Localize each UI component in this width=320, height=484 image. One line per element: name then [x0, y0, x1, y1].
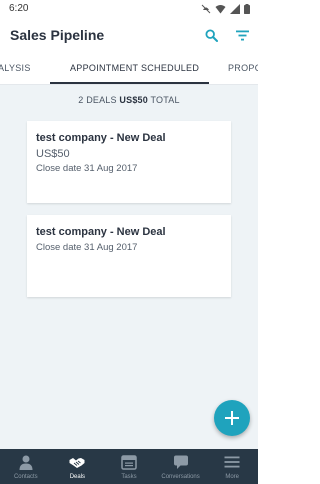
deals-list: 2 DEALS US$50 TOTAL test company - New D… [0, 85, 258, 449]
tab-appointment-scheduled[interactable]: APPOINTMENT SCHEDULED [70, 63, 199, 73]
filter-icon [235, 30, 249, 40]
battery-icon [244, 4, 250, 14]
deal-close-date: Close date 31 Aug 2017 [36, 163, 138, 174]
deal-close-date: Close date 31 Aug 2017 [36, 242, 138, 253]
handshake-icon [69, 458, 85, 468]
deals-total-amount: US$50 [119, 95, 148, 105]
menu-icon [224, 456, 240, 468]
deal-name: test company - New Deal [36, 132, 166, 144]
do-not-disturb-icon [201, 4, 211, 14]
search-icon [204, 28, 218, 42]
deal-card[interactable]: test company - New Deal Close date 31 Au… [27, 215, 231, 297]
plus-icon [225, 411, 239, 425]
nav-tasks[interactable]: Tasks [103, 449, 155, 484]
status-icons [201, 3, 250, 15]
app-header: Sales Pipeline [0, 18, 258, 53]
filter-button[interactable] [233, 26, 251, 44]
status-time: 6:20 [9, 3, 29, 14]
nav-label: Deals [69, 474, 86, 480]
nav-label: More [225, 474, 239, 480]
nav-conversations[interactable]: Conversations [155, 449, 207, 484]
deals-total-label: TOTAL [150, 95, 180, 105]
deals-count: 2 DEALS [78, 95, 117, 105]
tab-proposal[interactable]: PROPO [228, 63, 258, 73]
nav-deals[interactable]: Deals [52, 449, 104, 484]
pipeline-stage-tabs: ALYSIS APPOINTMENT SCHEDULED PROPO [0, 53, 258, 85]
tab-analysis[interactable]: ALYSIS [0, 63, 31, 73]
nav-label: Contacts [13, 474, 38, 480]
search-button[interactable] [202, 26, 220, 44]
deal-card[interactable]: test company - New Deal US$50 Close date… [27, 121, 231, 203]
nav-label: Conversations [161, 474, 200, 480]
add-deal-button[interactable] [214, 400, 250, 436]
page-title: Sales Pipeline [10, 27, 105, 43]
deal-name: test company - New Deal [36, 226, 166, 238]
chat-icon [173, 455, 188, 469]
nav-more[interactable]: More [206, 449, 258, 484]
nav-label: Tasks [121, 474, 137, 480]
person-icon [19, 455, 33, 470]
calendar-icon [121, 455, 137, 470]
wifi-icon [215, 5, 226, 14]
status-bar: 6:20 [0, 0, 258, 18]
deals-summary: 2 DEALS US$50 TOTAL [0, 95, 258, 105]
deal-amount: US$50 [36, 148, 70, 160]
nav-contacts[interactable]: Contacts [0, 449, 52, 484]
bottom-navigation: Contacts Deals Tasks Conversations More [0, 449, 258, 484]
signal-icon [230, 4, 240, 14]
